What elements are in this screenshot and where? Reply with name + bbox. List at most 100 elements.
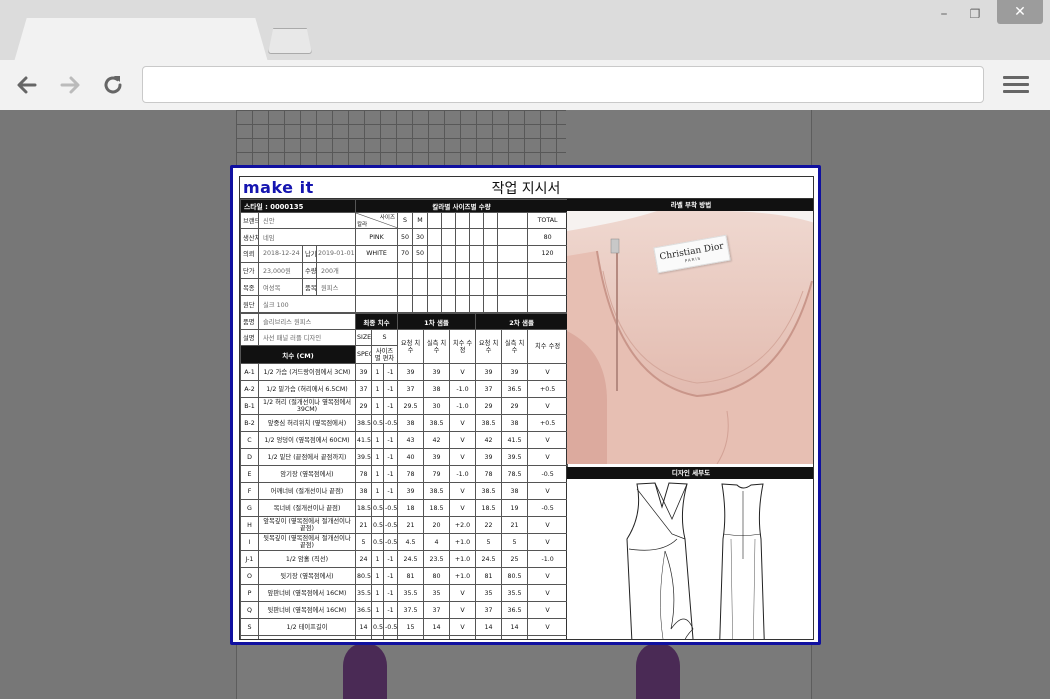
browser-menu-button[interactable] (1003, 72, 1029, 98)
background-grid (236, 110, 566, 166)
measure-value: 35 (475, 584, 503, 602)
table-row: B-1 1/2 허리 (절개선이나 옆목점에서 39CM) 29 1 -1 29.5 30-… (240, 397, 569, 415)
measure-value: +1.0 (449, 550, 477, 568)
measure-value: 38 (423, 380, 451, 398)
measure-value: 35.5 (501, 584, 529, 602)
total-cell: 120 (527, 245, 569, 263)
measure-value: V (527, 584, 569, 602)
measurement-table: 품명 슬리브리스 원피스 최종 치수 1차 샘플 2차 샘플 설명 사선 패널 … (240, 313, 569, 639)
measure-value: -1 (382, 448, 399, 466)
measure-value: 38.5 (423, 482, 451, 500)
measure-code: E (240, 465, 259, 483)
measure-value: V (527, 516, 569, 534)
measure-value: 15 (397, 618, 425, 636)
measure-value: 1 (371, 363, 384, 381)
measure-value: V (449, 431, 477, 449)
new-tab-button[interactable] (268, 28, 312, 54)
qty-cell: 50 (397, 228, 414, 247)
measure-name: 어깨너비 (절개선이나 끝점) (258, 482, 356, 500)
reload-button[interactable] (98, 70, 128, 100)
measure-value: +2.0 (449, 635, 477, 639)
work-order-sheet: make it 작업 지시서 스타일 : 0000135 칼라별 사이즈별 수량… (239, 176, 814, 640)
work-order-modal[interactable]: make it 작업 지시서 스타일 : 0000135 칼라별 사이즈별 수량… (230, 165, 821, 645)
measure-value: 38 (397, 414, 425, 432)
measure-code: C (240, 431, 259, 449)
measure-value: -1 (382, 482, 399, 500)
table-row: D 1/2 밑단 (끝점에서 끝점까지) 39.5 1 -1 40 39 V 39 39.5 V (240, 448, 569, 466)
measure-name: 앞중심 허리위치 (옆목점에서) (258, 414, 356, 432)
measure-code: A-2 (240, 380, 259, 398)
measure-value: V (527, 533, 569, 551)
measure-value: 38.5 (475, 482, 503, 500)
measure-value: 39 (423, 448, 451, 466)
measure-value: 19 (501, 499, 529, 517)
address-bar[interactable] (142, 66, 984, 103)
measure-value: V (449, 601, 477, 619)
measure-value: 24 (355, 550, 372, 568)
measure-value: 17 (501, 635, 529, 639)
measure-name: 1/2 암홀 (직선) (258, 550, 356, 568)
measure-name: 암기장 (옆목점에서) (258, 465, 356, 483)
measure-value: V (527, 482, 569, 500)
measure-value: 1 (371, 567, 384, 585)
table-row: E 암기장 (옆목점에서) 78 1 -1 78 79 -1.0 78 78.5 -0.5 (240, 465, 569, 483)
info-value: 200개 (315, 261, 357, 280)
measure-value: 80 (423, 567, 451, 585)
measure-value: -1 (382, 363, 399, 381)
info-value: 슬리브리스 원피스 (258, 313, 356, 330)
measure-value: 0.5 (371, 516, 384, 534)
measure-value: -1.0 (449, 397, 477, 415)
measure-code: B-2 (240, 414, 259, 432)
measure-value: 17 (355, 635, 372, 639)
qty-cell: 70 (397, 245, 414, 263)
measure-value: +1.0 (449, 533, 477, 551)
table-row: Q 뒷판너비 (옆목점에서 16CM) 36.5 1 -1 37.5 37 V 37 36.5 V (240, 601, 569, 619)
forward-button[interactable] (55, 70, 85, 100)
size-value: S (370, 329, 399, 346)
style-number: 스타일 : 0000135 (240, 199, 357, 213)
close-icon: ✕ (1014, 4, 1026, 20)
sample1-title: 1차 샘플 (397, 313, 477, 330)
measure-value: -1 (382, 380, 399, 398)
measure-value: 40 (397, 448, 425, 466)
minimize-button[interactable]: – (930, 0, 958, 28)
measure-value: V (527, 397, 569, 415)
table-row: C 1/2 엉덩이 (옆목점에서 60CM) 41.5 1 -1 43 42 V 42 41.5 V (240, 431, 569, 449)
table-row: A-2 1/2 밑가슴 (허리에서 6.5CM) 37 1 -1 37 38 -1.0 37 36… (240, 380, 569, 398)
measure-value: 38 (355, 482, 372, 500)
close-window-button[interactable]: ✕ (997, 0, 1043, 24)
info-value: 2019-01-01 (315, 245, 357, 263)
size-header-label: 사이즈 (379, 214, 396, 221)
measure-value: 22 (475, 516, 503, 534)
measure-code: J-1 (240, 550, 259, 568)
measure-code: S (240, 618, 259, 636)
measure-value: -1 (382, 601, 399, 619)
measure-value: 5 (355, 533, 372, 551)
measure-value: 78 (475, 465, 503, 483)
measure-value: -1 (382, 431, 399, 449)
measure-value: V (527, 618, 569, 636)
adjust-size-header: 치수 수정 (527, 329, 569, 364)
restore-button[interactable]: ❐ (961, 0, 989, 28)
qty-cell: 30 (412, 228, 429, 247)
measure-code: P (240, 584, 259, 602)
measure-value: 20 (423, 516, 451, 534)
document-title: 작업 지시서 (491, 181, 561, 197)
measure-value: 1 (371, 584, 384, 602)
label-method-title: 라벨 부착 방법 (567, 199, 813, 211)
minimize-icon: – (940, 6, 948, 22)
color-header-label: 칼라 (357, 222, 368, 229)
color-name: PINK (355, 228, 399, 247)
requested-size-header: 요청 치수 (475, 329, 503, 364)
back-button[interactable] (12, 70, 42, 100)
measure-value: 0.5 (371, 414, 384, 432)
table-row: B-2 앞중심 허리위치 (옆목점에서) 38.5 0.5 -0.5 38 38.5 V 38.… (240, 414, 569, 432)
browser-tab[interactable] (14, 18, 268, 62)
info-value: 여성복 (258, 278, 303, 297)
table-row: A-1 1/2 가슴 (겨드랑이점에서 3CM) 39 1 -1 39 39 V 39 39 V (240, 363, 569, 381)
measure-name: 뒷기장 (옆목점에서) (258, 567, 356, 585)
measure-value: -0.5 (382, 499, 399, 517)
info-value: 네임 (257, 228, 357, 247)
document-header: make it 작업 지시서 (240, 177, 813, 199)
garment-label-photo: Christian Dior PARIS (567, 211, 813, 464)
